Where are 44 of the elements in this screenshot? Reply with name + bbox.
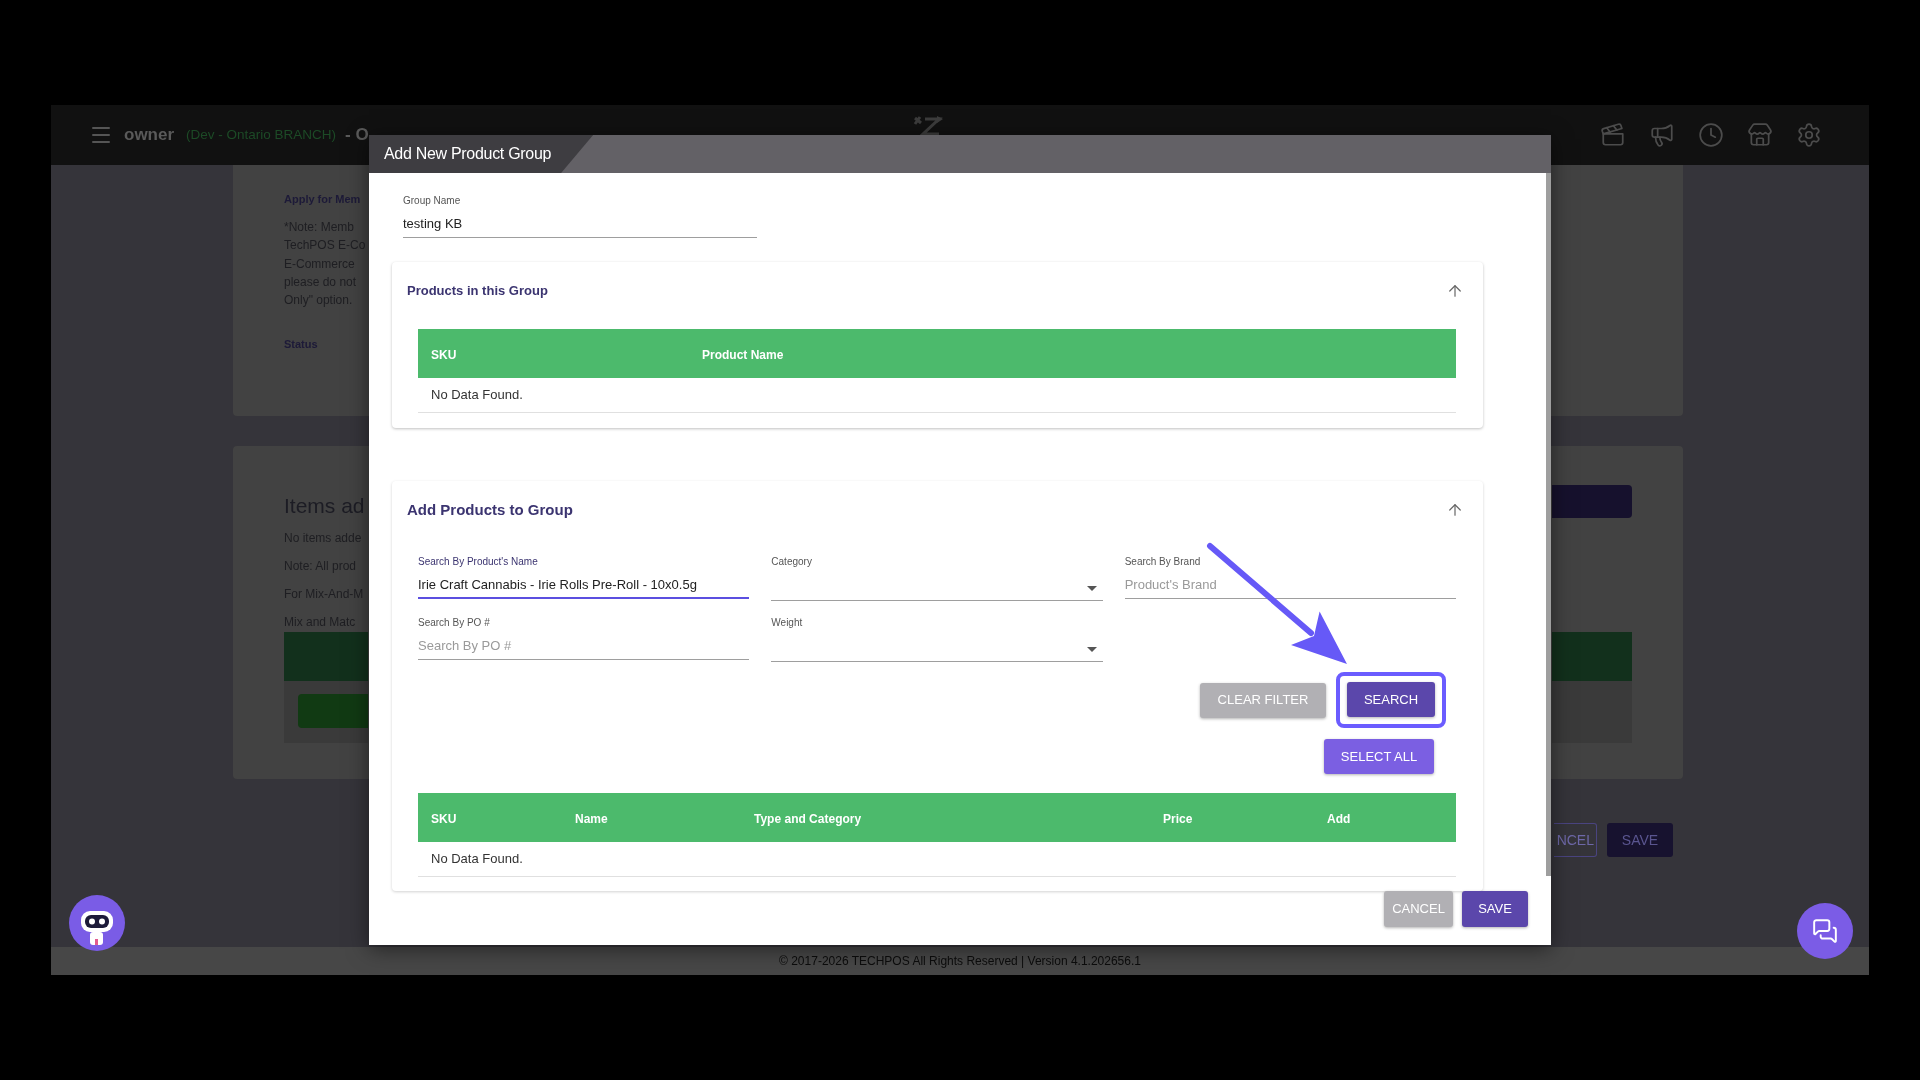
page-action-button[interactable]: SAVE [1607,823,1673,857]
text-field[interactable]: testing KB [403,216,757,238]
column-header: Price [1163,811,1193,826]
scrollbar-thumb[interactable] [1546,173,1551,876]
clock-icon[interactable] [1698,122,1724,148]
logo-icon [911,115,945,135]
province-label: - O [345,124,369,147]
store-icon[interactable] [1747,122,1773,148]
text-field[interactable]: Search By PO # [418,638,750,660]
field-label: Search By Brand [1124,556,1201,568]
robot-icon[interactable] [69,895,125,951]
column-header: Name [575,811,608,826]
caret-down-icon [1086,647,1097,652]
field-label: Category [771,556,812,568]
chat-icon [1812,918,1838,944]
filter-button[interactable]: SEARCH [1347,682,1435,717]
dialog-title: Add New Product Group [369,135,594,173]
user-name: owner [124,124,175,147]
empty-message: No Data Found. [431,386,523,405]
empty-message: No Data Found. [431,850,523,869]
field-label: Group Name [403,195,461,207]
select-all-button[interactable]: SELECT ALL [1324,739,1434,774]
column-header: Product Name [702,347,784,362]
section-title: Products in this Group [407,282,548,301]
column-header: SKU [431,811,457,826]
dialog-button[interactable]: CANCEL [1384,891,1453,927]
text-field[interactable]: Irie Craft Cannabis - Irie Rolls Pre-Roll - 10x0.5g [418,577,750,599]
column-header: Type and Category [754,811,862,826]
page-action-button[interactable]: NCEL [1554,823,1597,857]
filter-button[interactable]: CLEAR FILTER [1200,682,1326,718]
column-header: SKU [431,347,457,362]
megaphone-icon[interactable] [1649,122,1675,148]
settings-icon[interactable] [1796,122,1822,148]
field-label: Search By PO # [418,617,490,629]
field-label: Search By Product's Name [418,556,538,568]
clapperboard-icon[interactable] [1600,122,1626,148]
field-label: Weight [771,617,803,629]
action-button[interactable] [298,694,368,728]
caret-down-icon [1086,586,1097,591]
section-title: Add Products to Group [407,499,573,520]
text-field[interactable]: Product's Brand [1124,577,1456,599]
dialog-button[interactable]: SAVE [1462,891,1528,927]
column-header: Add [1327,811,1351,826]
branch-name: (Dev - Ontario BRANCH) [186,125,337,144]
